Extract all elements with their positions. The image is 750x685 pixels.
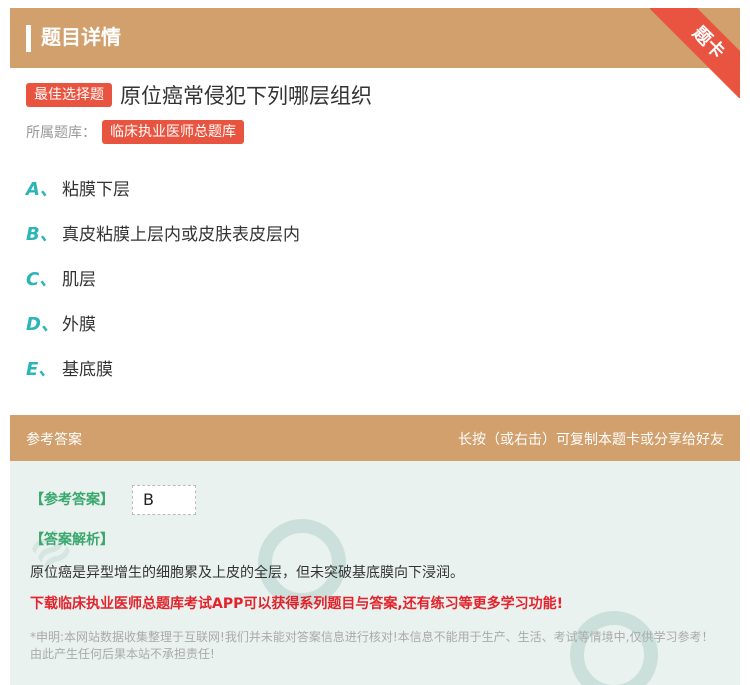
disclaimer-text: *申明:本网站数据收集整理于互联网!我们并未能对答案信息进行核对!本信息不能用于… <box>30 630 714 661</box>
option-text: 基底膜 <box>62 360 113 380</box>
option-letter: B、 <box>26 224 58 245</box>
app-promo-link[interactable]: 下载临床执业医师总题库考试APP可以获得系列题目与答案,还有练习等更多学习功能! <box>30 593 563 613</box>
question-type-tag: 最佳选择题 <box>26 83 112 107</box>
share-hint: 长按（或右击）可复制本题卡或分享给好友 <box>458 432 724 448</box>
question-text: 原位癌常侵犯下列哪层组织 <box>120 84 372 108</box>
option-b[interactable]: B、 真皮粘膜上层内或皮肤表皮层内 <box>26 220 300 265</box>
header-bar: 题目详情 <box>10 8 740 68</box>
title-accent-bar <box>26 25 31 52</box>
option-a[interactable]: A、 粘膜下层 <box>26 175 300 220</box>
option-c[interactable]: C、 肌层 <box>26 265 300 310</box>
analysis-text: 原位癌是异型增生的细胞累及上皮的全层，但未突破基底膜向下浸润。 <box>30 565 464 581</box>
answer-section-title: 参考答案 <box>26 432 82 448</box>
answer-section-header: 参考答案 长按（或右击）可复制本题卡或分享给好友 <box>10 415 740 461</box>
option-text: 肌层 <box>62 270 96 290</box>
option-text: 外膜 <box>62 315 96 335</box>
question-title-row: 最佳选择题 原位癌常侵犯下列哪层组织 <box>26 80 372 110</box>
option-text: 粘膜下层 <box>62 180 130 200</box>
question-bank-row: 所属题库： 临床执业医师总题库 <box>26 120 244 144</box>
bank-label: 所属题库： <box>26 125 96 141</box>
page-title: 题目详情 <box>41 25 121 49</box>
option-letter: C、 <box>26 269 58 290</box>
option-letter: E、 <box>26 359 57 380</box>
corner-ribbon: 题卡 <box>650 8 740 98</box>
option-list: A、 粘膜下层 B、 真皮粘膜上层内或皮肤表皮层内 C、 肌层 D、 外膜 E、… <box>26 175 300 400</box>
option-letter: A、 <box>26 179 58 200</box>
option-d[interactable]: D、 外膜 <box>26 310 300 355</box>
analysis-label: 【答案解析】 <box>30 532 114 548</box>
answer-section-body: ≋ 【参考答案】 B 【答案解析】 原位癌是异型增生的细胞累及上皮的全层，但未突… <box>10 461 740 685</box>
answer-value: B <box>132 485 196 515</box>
option-letter: D、 <box>26 314 59 335</box>
answer-label: 【参考答案】 <box>30 492 114 508</box>
ribbon-label: 题卡 <box>650 8 740 98</box>
bank-link[interactable]: 临床执业医师总题库 <box>102 120 244 144</box>
option-text: 真皮粘膜上层内或皮肤表皮层内 <box>62 225 300 245</box>
option-e[interactable]: E、 基底膜 <box>26 355 300 400</box>
